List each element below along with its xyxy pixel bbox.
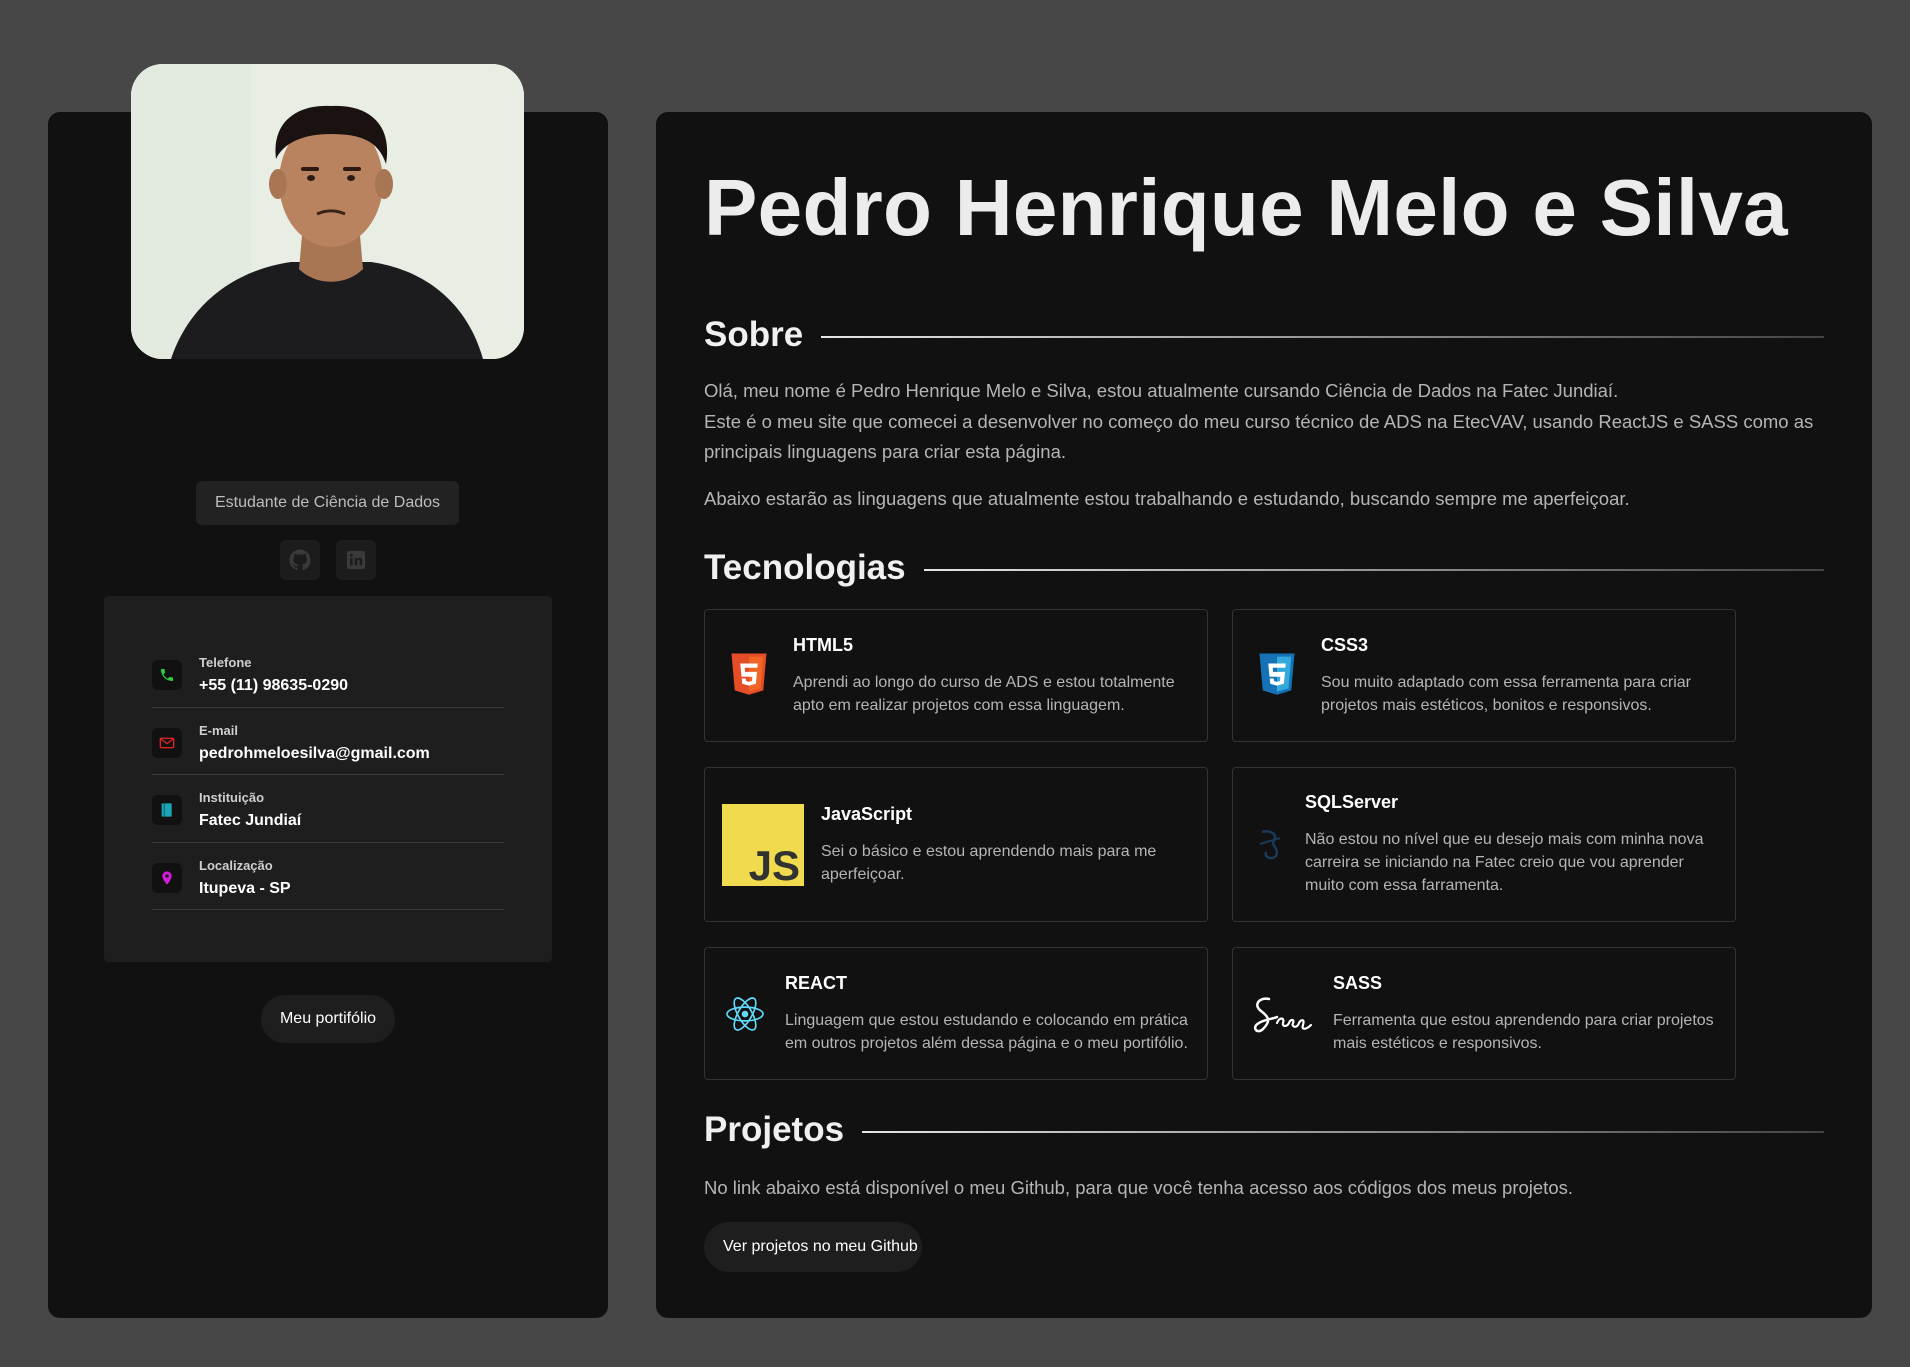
tech-card-html5: HTML5 Aprendi ao longo do curso de ADS e… xyxy=(704,609,1208,742)
tech-card-sqlserver: SQLServer Não estou no nível que eu dese… xyxy=(1232,767,1736,922)
contact-label: Telefone xyxy=(199,655,252,671)
avatar xyxy=(131,64,524,359)
mail-icon xyxy=(159,737,175,749)
linkedin-link[interactable] xyxy=(336,540,376,580)
tech-card-title: SASS xyxy=(1333,972,1383,993)
contact-email: E-mail pedrohmeloesilva@gmail.com xyxy=(152,708,504,775)
tech-card-desc: Aprendi ao longo do curso de ADS e estou… xyxy=(793,673,1175,714)
projects-title: Projetos xyxy=(704,1110,845,1149)
about-text: Olá, meu nome é Pedro Henrique Melo e Si… xyxy=(704,376,1824,514)
page-title: Pedro Henrique Melo e Silva xyxy=(704,163,1788,252)
linkedin-icon xyxy=(346,550,366,570)
html5-icon xyxy=(731,653,767,695)
location-icon xyxy=(162,871,172,885)
sass-icon xyxy=(1253,996,1313,1032)
github-icon xyxy=(289,549,311,571)
role-badge: Estudante de Ciência de Dados xyxy=(196,481,459,525)
github-link[interactable] xyxy=(280,540,320,580)
profile-sidebar: Estudante de Ciência de Dados Telefone +… xyxy=(48,64,608,1318)
portfolio-button[interactable]: Meu portifólio xyxy=(261,995,395,1043)
contact-card: Telefone +55 (11) 98635-0290 E-mail pedr… xyxy=(104,596,552,962)
svg-text:JS: JS xyxy=(749,842,800,886)
tech-card-sass: SASS Ferramenta que estou aprendendo par… xyxy=(1232,947,1736,1080)
tech-card-css3: CSS3 Sou muito adaptado com essa ferrame… xyxy=(1232,609,1736,742)
contact-value: Fatec Jundiaí xyxy=(199,812,302,830)
projects-desc: No link abaixo está disponível o meu Git… xyxy=(704,1177,1573,1198)
sqlserver-icon xyxy=(1259,829,1281,859)
projects-heading: Projetos xyxy=(704,1110,1824,1150)
tech-card-react: REACT Linguagem que estou estudando e co… xyxy=(704,947,1208,1080)
tech-card-javascript: JS JavaScript Sei o básico e estou apren… xyxy=(704,767,1208,922)
profile-photo xyxy=(131,64,524,359)
tech-title: Tecnologias xyxy=(704,548,906,587)
tech-card-title: CSS3 xyxy=(1321,634,1369,655)
phone-icon xyxy=(161,669,173,682)
about-paragraph-line: Este é o meu site que comecei a desenvol… xyxy=(704,410,1814,463)
about-heading: Sobre xyxy=(704,315,1824,355)
contact-phone: Telefone +55 (11) 98635-0290 xyxy=(152,640,504,708)
contact-institution: Instituição Fatec Jundiaí xyxy=(152,775,504,843)
tech-card-desc: Sou muito adaptado com essa ferramenta p… xyxy=(1321,673,1691,714)
section-divider xyxy=(821,336,1824,338)
section-divider xyxy=(862,1131,1824,1133)
about-paragraph-line: Olá, meu nome é Pedro Henrique Melo e Si… xyxy=(704,380,1619,401)
contact-value: Itupeva - SP xyxy=(199,879,291,897)
github-projects-button[interactable]: Ver projetos no meu Github xyxy=(704,1222,922,1272)
contact-value[interactable]: pedrohmeloesilva@gmail.com xyxy=(199,745,430,763)
tech-card-desc: Ferramenta que estou aprendendo para cri… xyxy=(1333,1011,1714,1052)
contact-label: Localização xyxy=(199,857,273,873)
tech-card-title: SQLServer xyxy=(1305,792,1399,812)
social-links xyxy=(280,540,376,580)
javascript-icon: JS xyxy=(722,803,804,886)
tech-card-desc: Não estou no nível que eu desejo mais co… xyxy=(1305,831,1704,894)
contact-label: Instituição xyxy=(199,790,265,806)
tech-card-title: REACT xyxy=(785,972,847,993)
tech-card-title: HTML5 xyxy=(793,634,853,655)
tech-card-desc: Sei o básico e estou aprendendo mais par… xyxy=(821,842,1157,883)
contact-location: Localização Itupeva - SP xyxy=(152,843,504,910)
contact-label: E-mail xyxy=(199,722,239,738)
tech-card-title: JavaScript xyxy=(821,803,913,824)
about-title: Sobre xyxy=(704,315,804,354)
css3-icon xyxy=(1259,653,1295,695)
contact-value[interactable]: +55 (11) 98635-0290 xyxy=(199,677,348,695)
main-content: Pedro Henrique Melo e Silva Sobre Olá, m… xyxy=(656,112,1872,1318)
react-icon xyxy=(726,996,764,1031)
section-divider xyxy=(923,569,1824,571)
tech-heading: Tecnologias xyxy=(704,548,1824,588)
book-icon xyxy=(161,803,172,817)
tech-card-desc: Linguagem que estou estudando e colocand… xyxy=(785,1011,1188,1052)
about-paragraph: Abaixo estarão as linguagens que atualme… xyxy=(704,487,1630,509)
